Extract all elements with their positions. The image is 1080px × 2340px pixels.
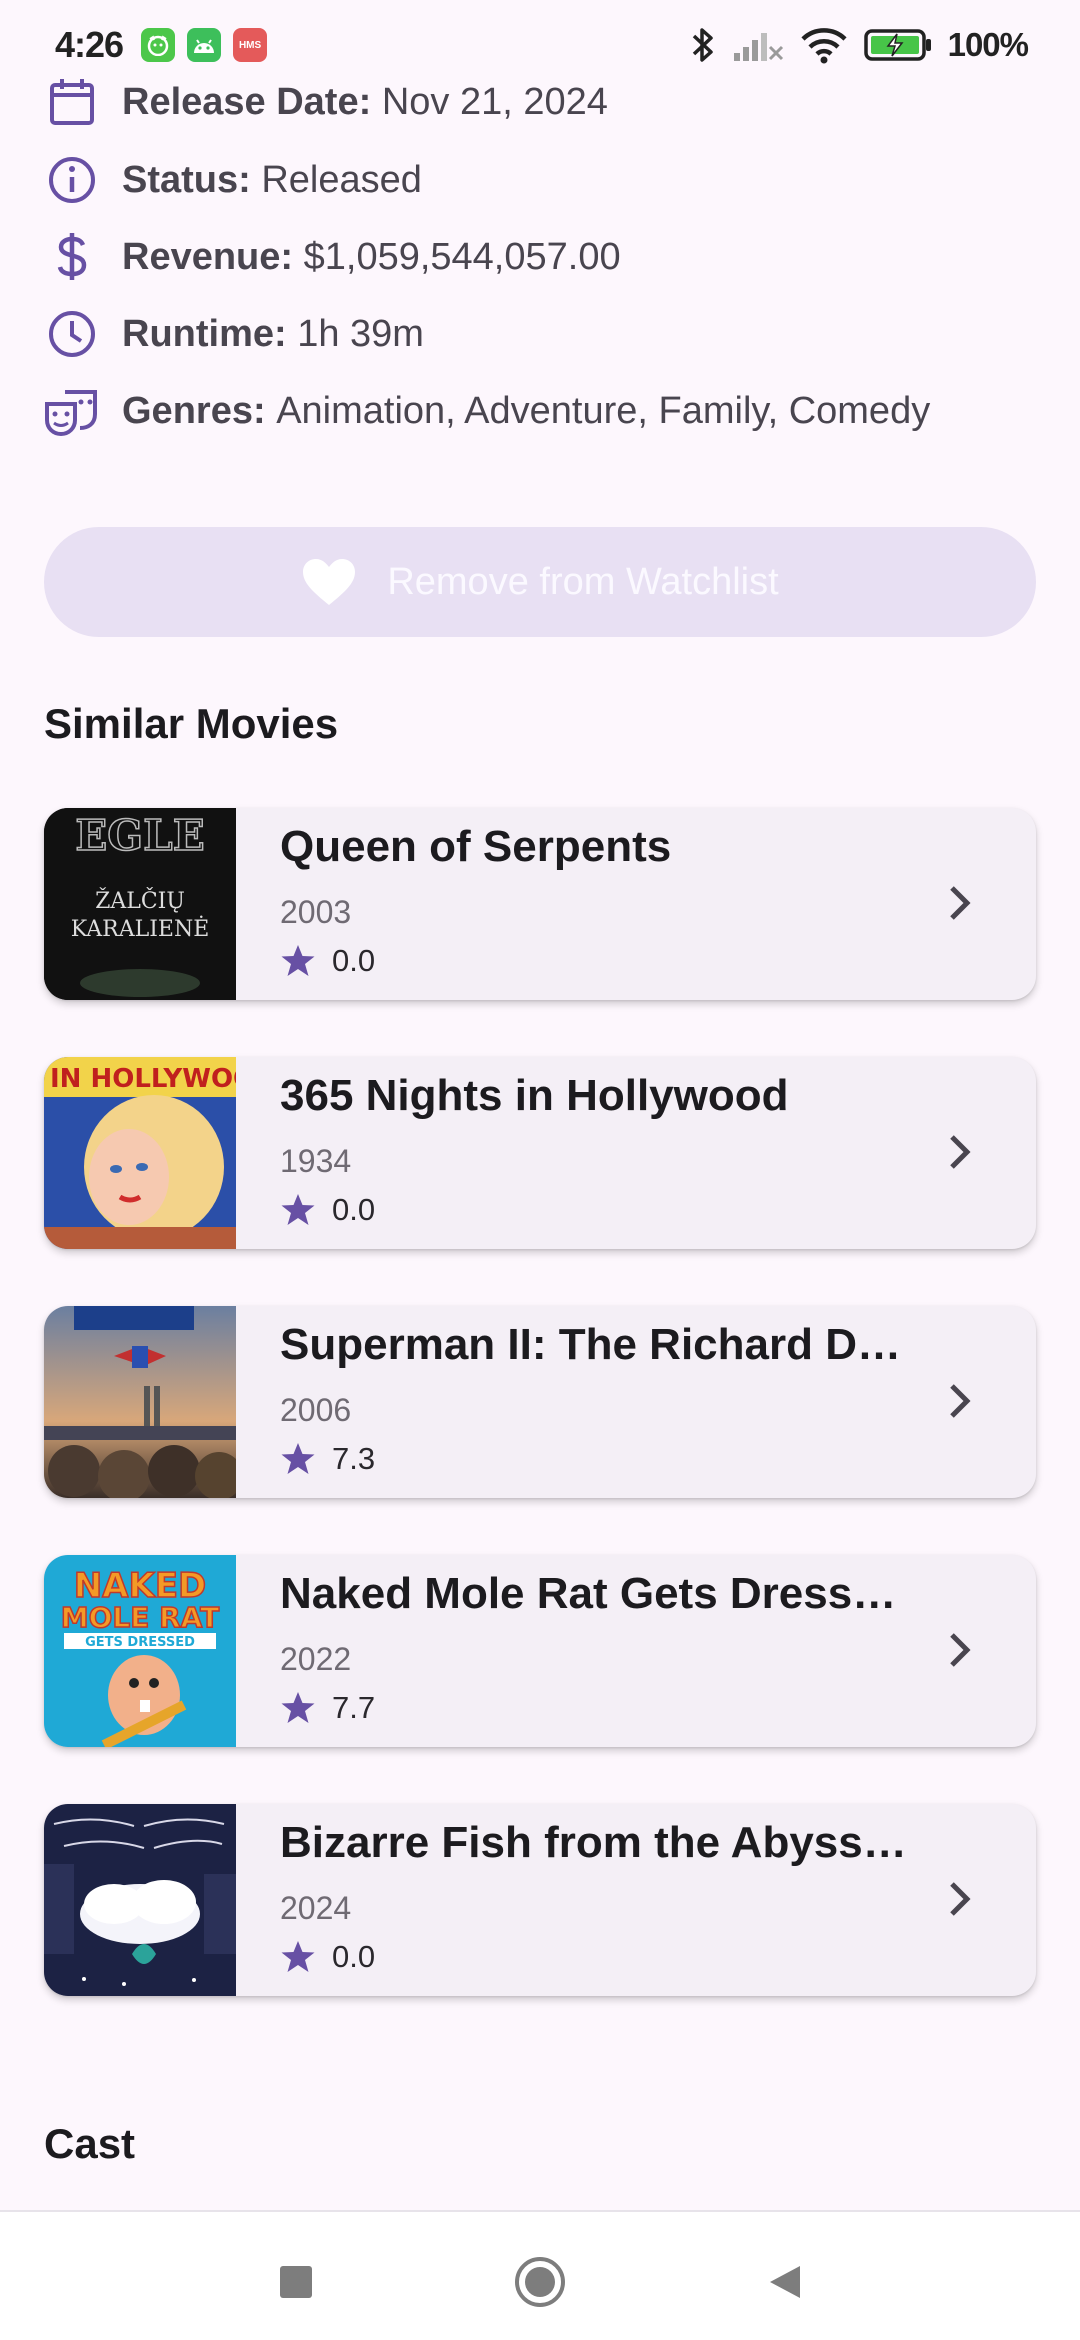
remove-from-watchlist-button[interactable]: Remove from Watchlist xyxy=(44,527,1036,637)
movie-year: 2022 xyxy=(280,1641,352,1677)
similar-movie-card[interactable]: EGLE ŽALČIŲ KARALIENĖ Queen of Serpents … xyxy=(44,808,1036,1000)
similar-movies-title: Similar Movies xyxy=(44,700,339,747)
status-time: 4:26 xyxy=(55,24,124,65)
movie-poster: NAKED MOLE RAT GETS DRESSED xyxy=(44,1555,236,1747)
movie-rating: 0.0 xyxy=(332,1192,376,1227)
movie-rating: 0.0 xyxy=(332,1939,376,1974)
release-date-row: Release Date: Nov 21, 2024 xyxy=(44,72,608,132)
info-icon xyxy=(44,152,100,208)
similar-movie-card[interactable]: IN HOLLYWOO 365 Nights in Hollywood 1934… xyxy=(44,1057,1036,1249)
release-date-label: Release Date xyxy=(122,80,359,123)
movie-poster xyxy=(44,1306,236,1498)
chevron-right-icon xyxy=(950,886,971,920)
movie-year: 2006 xyxy=(280,1392,352,1428)
dollar-icon xyxy=(44,229,100,285)
chevron-right-icon xyxy=(950,1882,971,1916)
star-icon xyxy=(281,945,315,976)
svg-text:KARALIENĖ: KARALIENĖ xyxy=(71,915,210,942)
genres-row: Genres: Animation, Adventure, Family, Co… xyxy=(44,381,930,441)
svg-text:GETS DRESSED: GETS DRESSED xyxy=(85,1635,195,1650)
star-icon xyxy=(281,1443,315,1474)
svg-text:NAKED: NAKED xyxy=(74,1566,207,1606)
recents-button[interactable] xyxy=(266,2252,326,2312)
home-circle-icon xyxy=(515,2257,565,2307)
release-date-value: Nov 21, 2024 xyxy=(381,80,608,123)
android-icon xyxy=(187,28,222,62)
movie-rating: 7.3 xyxy=(332,1441,376,1476)
movie-title: Naked Mole Rat Gets Dresse… xyxy=(280,1569,920,1618)
similar-movie-card[interactable]: NAKED MOLE RAT GETS DRESSED Naked Mole R… xyxy=(44,1555,1036,1747)
back-triangle-icon xyxy=(770,2266,800,2298)
similar-movie-card[interactable]: Superman II: The Richard Do… 2006 7.3 xyxy=(44,1306,1036,1498)
movie-year: 1934 xyxy=(280,1143,352,1179)
chevron-right-icon xyxy=(950,1384,971,1418)
battery-charging-icon xyxy=(863,29,931,61)
bluetooth-icon xyxy=(692,28,713,62)
back-button[interactable] xyxy=(756,2252,816,2312)
clock-icon xyxy=(44,306,100,362)
chevron-right-icon xyxy=(950,1135,971,1169)
movie-title: Bizarre Fish from the Abyssal… xyxy=(280,1818,920,1867)
movie-poster xyxy=(44,1804,236,1996)
star-icon xyxy=(281,1941,315,1972)
wifi-icon xyxy=(801,28,847,64)
movie-year: 2024 xyxy=(280,1890,352,1926)
hms-app-icon: HMS xyxy=(233,28,268,62)
movie-poster: IN HOLLYWOO xyxy=(44,1057,236,1249)
movie-detail-scroll[interactable]: Release Date: Nov 21, 2024 Status: Relea… xyxy=(0,72,1080,2210)
svg-text:ŽALČIŲ: ŽALČIŲ xyxy=(95,887,185,914)
similar-movie-card[interactable]: Bizarre Fish from the Abyssal… 2024 0.0 xyxy=(44,1804,1036,1996)
svg-text:MOLE RAT: MOLE RAT xyxy=(61,1601,220,1634)
movie-year: 2003 xyxy=(280,894,352,930)
movie-title: Queen of Serpents xyxy=(280,822,672,871)
movie-poster: EGLE ŽALČIŲ KARALIENĖ xyxy=(44,808,236,1000)
cast-title: Cast xyxy=(44,2120,136,2167)
calendar-icon xyxy=(44,74,100,130)
star-icon xyxy=(281,1194,315,1225)
battery-percent: 100% xyxy=(947,26,1029,63)
movie-title: 365 Nights in Hollywood xyxy=(280,1071,789,1120)
svg-text:IN HOLLYWOO: IN HOLLYWOO xyxy=(50,1064,236,1094)
status-value: Released xyxy=(261,158,422,201)
cellular-signal-icon xyxy=(733,33,783,61)
home-button[interactable] xyxy=(510,2252,570,2312)
genres-value: Animation, Adventure, Family, Comedy xyxy=(276,389,931,432)
runtime-value: 1h 39m xyxy=(297,312,424,355)
revenue-value: $1,059,544,057.00 xyxy=(303,235,621,278)
svg-text:EGLE: EGLE xyxy=(75,811,204,860)
movie-rating: 7.7 xyxy=(332,1690,376,1725)
system-navigation-bar xyxy=(0,2210,1080,2340)
watchlist-button-label: Remove from Watchlist xyxy=(387,560,779,603)
movie-rating: 0.0 xyxy=(332,943,376,978)
movie-title: Superman II: The Richard Do… xyxy=(280,1320,920,1369)
status-row: Status: Released xyxy=(44,150,422,210)
theater-masks-icon xyxy=(44,383,100,439)
revenue-row: Revenue: $1,059,544,057.00 xyxy=(44,227,621,287)
status-label: Status xyxy=(122,158,239,201)
chevron-right-icon xyxy=(950,1633,971,1667)
cat-app-icon xyxy=(141,28,176,62)
genres-label: Genres xyxy=(122,389,253,432)
square-icon xyxy=(280,2266,312,2298)
heart-icon xyxy=(303,559,356,605)
revenue-label: Revenue xyxy=(122,235,281,278)
runtime-row: Runtime: 1h 39m xyxy=(44,304,424,364)
star-icon xyxy=(281,1692,315,1723)
runtime-label: Runtime xyxy=(122,312,274,355)
